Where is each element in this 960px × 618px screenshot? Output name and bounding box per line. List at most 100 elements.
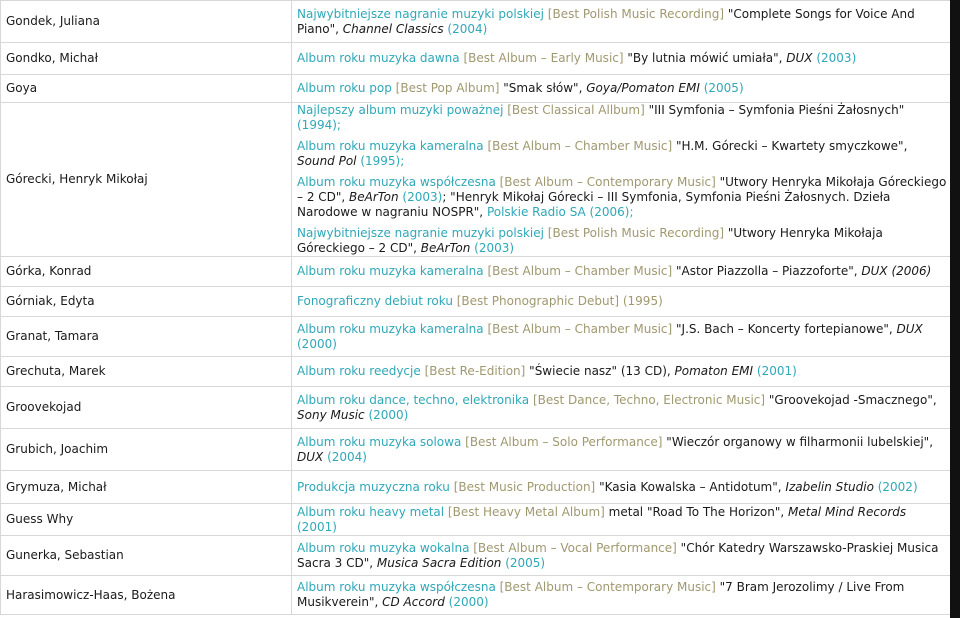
award-details: Album roku pop [Best Pop Album] "Smak sł… [291,74,953,103]
recording-title: "J.S. Bach – Koncerty fortepianowe", [676,321,897,336]
award-year: (2002) [873,479,918,494]
award-category: Najwybitniejsze nagranie muzyki polskiej [297,6,544,21]
award-category: Album roku muzyka współczesna [297,580,496,594]
award-entry: Album roku muzyka solowa [Best Album – S… [297,435,947,465]
recording-title: "Groovekojad -Smacznego", [768,392,937,407]
artist-name: Gondko, Michał [0,42,292,75]
award-category: Produkcja muzyczna roku [297,479,450,494]
record-label: Pomaton EMI [674,364,754,378]
award-category: Album roku muzyka kameralna [297,264,484,278]
record-label: Sound Pol [297,154,357,168]
award-entry: Fonograficzny debiut roku [Best Phonogra… [297,294,947,309]
record-label: Sony Music [297,407,365,422]
artist-name: Grubich, Joachim [0,428,292,471]
award-details: Album roku muzyka solowa [Best Album – S… [291,428,953,471]
artist-name: Górecki, Henryk Mikołaj [0,102,292,257]
award-category-english: [Best Album – Chamber Music] [483,321,677,336]
award-category-english: [Best Album – Chamber Music] [483,264,677,278]
award-category: Album roku muzyka kameralna [297,321,484,336]
award-year: (2003) [470,241,515,255]
award-year: (2005) [501,555,546,570]
award-entry: Album roku heavy metal [Best Heavy Metal… [297,505,947,535]
award-entry: Album roku muzyka wokalna [Best Album – … [297,541,947,571]
record-label: Izabelin Studio [785,479,874,494]
award-entry: Album roku muzyka dawna [Best Album – Ea… [297,51,947,66]
award-category-english: [Best Classical Allbum] [503,103,649,117]
table-row: Harasimowicz-Haas, Bożena Album roku muzy… [0,575,953,615]
award-year: (2001) [297,519,337,534]
award-details: Album roku muzyka kameralna [Best Album … [291,256,953,287]
recording-title: "Świecie nasz" (13 CD), [529,364,675,378]
record-label: BeArTon [420,241,471,255]
artist-name: Grymuza, Michał [0,470,292,504]
record-label: DUX [896,321,923,336]
recording-title: "By lutnia mówić umiała", [627,51,787,65]
award-details: Album roku muzyka kameralna [Best Album … [291,316,953,357]
artist-name: Groovekojad [0,386,292,429]
record-label: Channel Classics [342,21,444,36]
table-row: Guess Why Album roku heavy metal [Best He… [0,503,953,536]
awards-table-body: Gondek, Juliana Najwybitniejsze nagranie … [0,0,953,615]
award-category-english: [Best Re-Edition] [420,364,530,378]
record-label: CD Accord [382,595,445,609]
award-year: (2003) [398,190,443,204]
award-entry: Najwybitniejsze nagranie muzyki polskiej… [297,226,947,256]
right-edge-border [950,0,960,618]
award-year: (2000) [297,336,337,351]
recording-title: "III Symfonia – Symfonia Pieśni Żałosnyc… [648,103,905,117]
award-entry: Album roku muzyka współczesna [Best Albu… [297,175,947,220]
recording-title: "H.M. Górecki – Kwartety smyczkowe", [676,139,908,153]
award-details: Album roku muzyka współczesna [Best Albu… [291,575,953,615]
table-row: Goya Album roku pop [Best Pop Album] "Sma… [0,74,953,103]
award-details: Fonograficzny debiut roku [Best Phonogra… [291,286,953,317]
award-details: Album roku muzyka wokalna [Best Album – … [291,535,953,576]
award-category: Najlepszy album muzyki poważnej [297,103,504,117]
award-entry: Album roku reedycje [Best Re-Edition] "Ś… [297,364,947,379]
award-category-english: [Best Dance, Techno, Electronic Music] [529,392,769,407]
award-entry: Najlepszy album muzyki poważnej [Best Cl… [297,103,947,133]
award-details: Album roku heavy metal [Best Heavy Metal… [291,503,953,536]
award-year: (2001) [753,364,797,378]
table-row: Groovekojad Album roku dance, techno, ele… [0,386,953,429]
award-year: (2005) [699,81,744,95]
award-category: Album roku muzyka wokalna [297,540,470,555]
recording-title: "Smak słów", [503,81,587,95]
award-category-english: [Best Album – Solo Performance] [461,434,667,449]
award-details: Album roku muzyka dawna [Best Album – Ea… [291,42,953,75]
award-category: Fonograficzny debiut roku [297,294,453,308]
award-entry: Album roku pop [Best Pop Album] "Smak sł… [297,81,947,96]
artist-name: Harasimowicz-Haas, Bożena [0,575,292,615]
award-category: Album roku muzyka dawna [297,51,460,65]
award-year: (2003) [812,51,857,65]
award-details: Album roku dance, techno, elektronika [B… [291,386,953,429]
award-category: Album roku heavy metal [297,504,445,519]
record-label: Musica Sacra Edition [376,555,502,570]
award-category-english: [Best Polish Music Recording] [543,6,728,21]
artist-name: Granat, Tamara [0,316,292,357]
artist-name: Gondek, Juliana [0,0,292,43]
table-row: Górniak, Edyta Fonograficzny debiut roku … [0,286,953,317]
recording-title: "Astor Piazzolla – Piazzoforte", [676,264,862,278]
table-row: Górka, Konrad Album roku muzyka kameralna… [0,256,953,287]
award-category: Najwybitniejsze nagranie muzyki polskiej [297,226,544,240]
award-category: Album roku muzyka solowa [297,434,462,449]
record-label: Metal Mind Records [788,504,907,519]
page: Gondek, Juliana Najwybitniejsze nagranie … [0,0,960,618]
award-entry: Album roku muzyka kameralna [Best Album … [297,322,947,352]
artist-name: Goya [0,74,292,103]
artist-name: Gunerka, Sebastian [0,535,292,576]
artist-name: Grechuta, Marek [0,356,292,387]
award-category: Album roku dance, techno, elektronika [297,392,530,407]
recording-title: "Kasia Kowalska – Antidotum", [599,479,786,494]
award-entry: Album roku dance, techno, elektronika [B… [297,393,947,423]
award-category-english: [Best Phonographic Debut] [452,294,623,308]
award-entry: Album roku muzyka kameralna [Best Album … [297,264,947,279]
record-label: Goya/Pomaton EMI [586,81,700,95]
award-category-english: [Best Album – Contemporary Music] [495,175,720,189]
award-category: Album roku pop [297,81,392,95]
award-category-english: [Best Polish Music Recording] [543,226,728,240]
award-category-english: [Best Heavy Metal Album] [444,504,609,519]
award-year: (2000) [364,407,409,422]
artist-name: Górka, Konrad [0,256,292,287]
award-category-english: [Best Music Production] [449,479,600,494]
